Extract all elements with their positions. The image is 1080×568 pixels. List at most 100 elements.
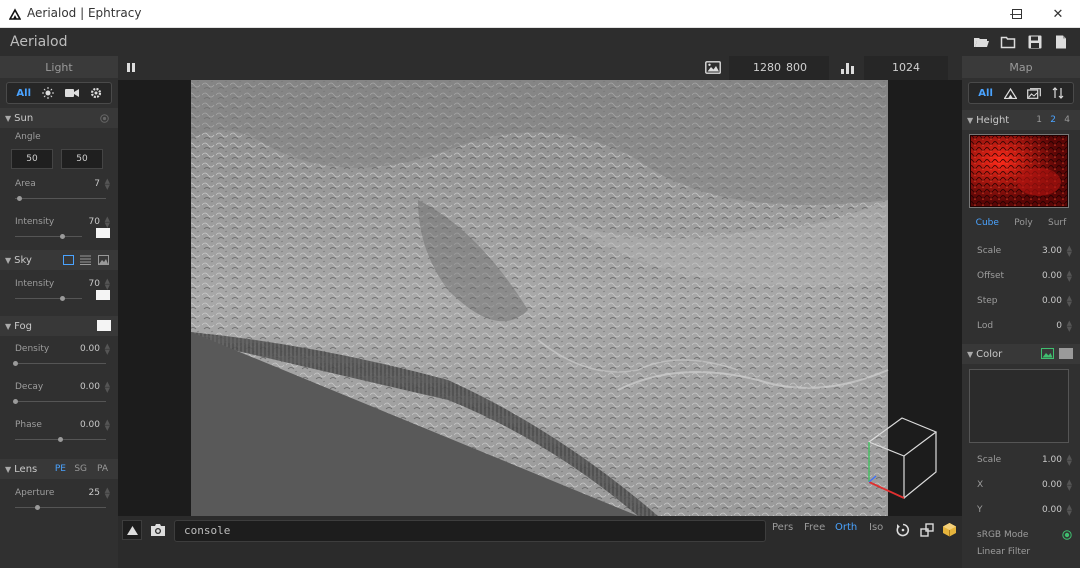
height-scale-spinner-icon[interactable]: ▲ ▼ [1067, 244, 1072, 257]
fog-phase-spinner-icon[interactable]: ▲ ▼ [105, 419, 110, 432]
gear-icon[interactable] [90, 87, 102, 99]
screenshot-camera-icon[interactable] [150, 523, 166, 537]
height-tab-cube[interactable]: Cube [976, 218, 999, 228]
image-size-icon[interactable] [705, 61, 721, 74]
fog-density-slider[interactable] [13, 359, 106, 369]
sort-icon[interactable] [1052, 87, 1064, 99]
sun-section-header[interactable]: ▼ Sun [0, 108, 118, 128]
sky-color-swatch[interactable] [96, 290, 110, 300]
fog-phase-knob[interactable] [58, 437, 63, 442]
sky-uniform-icon[interactable] [63, 255, 74, 265]
resolution-field[interactable]: 1280 800 [729, 56, 829, 80]
fog-decay-value[interactable]: 0.00 [80, 382, 100, 392]
fog-color-swatch[interactable] [97, 320, 111, 331]
resolution-width[interactable]: 1280 [753, 61, 781, 74]
height-section-header[interactable]: ▼ Height 1 2 4 [962, 110, 1080, 130]
maximize-icon[interactable] [997, 0, 1037, 28]
color-scale-spinner-icon[interactable]: ▲ ▼ [1067, 453, 1072, 466]
sun-toggle-icon[interactable] [100, 114, 109, 123]
angle-input-a[interactable]: 50 [11, 149, 53, 169]
color-y-spinner-icon[interactable]: ▲ ▼ [1067, 503, 1072, 516]
lens-section-header[interactable]: ▼ Lens PE SG PA [0, 459, 118, 479]
sky-section-header[interactable]: ▼ Sky [0, 250, 118, 270]
fog-phase-value[interactable]: 0.00 [80, 420, 100, 430]
area-value[interactable]: 7 [94, 179, 100, 189]
height-map-thumbnail[interactable] [969, 134, 1069, 208]
lens-tab-sg[interactable]: SG [74, 464, 87, 474]
area-spinner-icon[interactable]: ▲ ▼ [105, 178, 110, 191]
resolution-height[interactable]: 800 [786, 61, 807, 74]
fog-density-value[interactable]: 0.00 [80, 344, 100, 354]
sun-icon[interactable] [41, 87, 54, 99]
fog-decay-knob[interactable] [13, 399, 18, 404]
fog-decay-slider[interactable] [13, 397, 106, 407]
height-level-2[interactable]: 2 [1050, 115, 1056, 125]
sky-intensity-slider[interactable] [15, 290, 110, 304]
sun-intensity-spinner-icon[interactable]: ▲ ▼ [105, 216, 110, 229]
samples-field[interactable]: 1024 [864, 56, 948, 80]
folder-icon[interactable] [1000, 35, 1016, 49]
image-icon[interactable] [1027, 87, 1041, 99]
sun-color-swatch[interactable] [96, 228, 110, 238]
map-filter-all-button[interactable]: All [978, 88, 993, 99]
height-step-value[interactable]: 0.00 [1042, 296, 1062, 306]
sun-intensity-knob[interactable] [60, 234, 65, 239]
color-section-header[interactable]: ▼ Color [962, 344, 1080, 364]
sun-intensity-slider[interactable] [15, 228, 110, 242]
terrain-icon[interactable] [1003, 87, 1017, 99]
color-x-spinner-icon[interactable]: ▲ ▼ [1067, 478, 1072, 491]
height-tab-poly[interactable]: Poly [1014, 218, 1032, 228]
aperture-slider[interactable] [15, 503, 106, 513]
samples-value[interactable]: 1024 [892, 61, 920, 74]
color-swatch[interactable] [1059, 348, 1073, 359]
pause-icon[interactable] [126, 62, 136, 73]
render-viewport[interactable] [118, 80, 962, 544]
fog-density-spinner-icon[interactable]: ▲ ▼ [105, 343, 110, 356]
color-scale-value[interactable]: 1.00 [1042, 455, 1062, 465]
gold-cube-icon[interactable] [942, 522, 957, 537]
height-scale-value[interactable]: 3.00 [1042, 246, 1062, 256]
height-offset-spinner-icon[interactable]: ▲ ▼ [1067, 269, 1072, 282]
sky-intensity-knob[interactable] [60, 296, 65, 301]
sky-gradient-icon[interactable] [80, 255, 91, 265]
color-y-value[interactable]: 0.00 [1042, 505, 1062, 515]
reset-view-icon[interactable] [896, 523, 910, 537]
aperture-knob[interactable] [35, 505, 40, 510]
height-level-1[interactable]: 1 [1036, 115, 1042, 125]
mode-orth-button[interactable]: Orth [835, 522, 857, 533]
fog-density-knob[interactable] [13, 361, 18, 366]
mode-iso-button[interactable]: Iso [869, 522, 883, 533]
mode-pers-button[interactable]: Pers [772, 522, 793, 533]
height-level-4[interactable]: 4 [1064, 115, 1070, 125]
open-folder-icon[interactable] [973, 35, 989, 49]
height-lod-value[interactable]: 0 [1056, 321, 1062, 331]
height-lod-spinner-icon[interactable]: ▲ ▼ [1067, 319, 1072, 332]
lens-tab-pe[interactable]: PE [55, 464, 66, 474]
aperture-value[interactable]: 25 [89, 488, 100, 498]
orientation-cube-gizmo[interactable] [866, 416, 938, 500]
camera-icon[interactable] [64, 88, 79, 98]
fog-section-header[interactable]: ▼ Fog [0, 316, 118, 336]
save-icon[interactable] [1027, 35, 1043, 49]
file-icon[interactable] [1053, 35, 1069, 49]
console-input[interactable]: console [174, 520, 766, 542]
height-step-spinner-icon[interactable]: ▲ ▼ [1067, 294, 1072, 307]
filter-all-button[interactable]: All [16, 88, 31, 99]
angle-input-b[interactable]: 50 [61, 149, 103, 169]
height-tab-surf[interactable]: Surf [1048, 218, 1066, 228]
sky-intensity-spinner-icon[interactable]: ▲ ▼ [105, 278, 110, 291]
sun-intensity-value[interactable]: 70 [89, 217, 100, 227]
srgb-toggle-icon[interactable] [1062, 529, 1072, 540]
color-x-value[interactable]: 0.00 [1042, 480, 1062, 490]
aperture-spinner-icon[interactable]: ▲ ▼ [105, 487, 110, 500]
samples-chart-icon[interactable] [840, 61, 856, 75]
sky-image-icon[interactable] [98, 255, 109, 265]
fog-decay-spinner-icon[interactable]: ▲ ▼ [105, 381, 110, 394]
area-slider[interactable] [15, 194, 106, 204]
layout-grid-icon[interactable] [920, 523, 934, 537]
fog-phase-slider[interactable] [15, 435, 106, 445]
lens-tab-pa[interactable]: PA [97, 464, 108, 474]
expand-console-button[interactable] [122, 520, 142, 540]
height-offset-value[interactable]: 0.00 [1042, 271, 1062, 281]
color-map-thumbnail[interactable] [969, 369, 1069, 443]
